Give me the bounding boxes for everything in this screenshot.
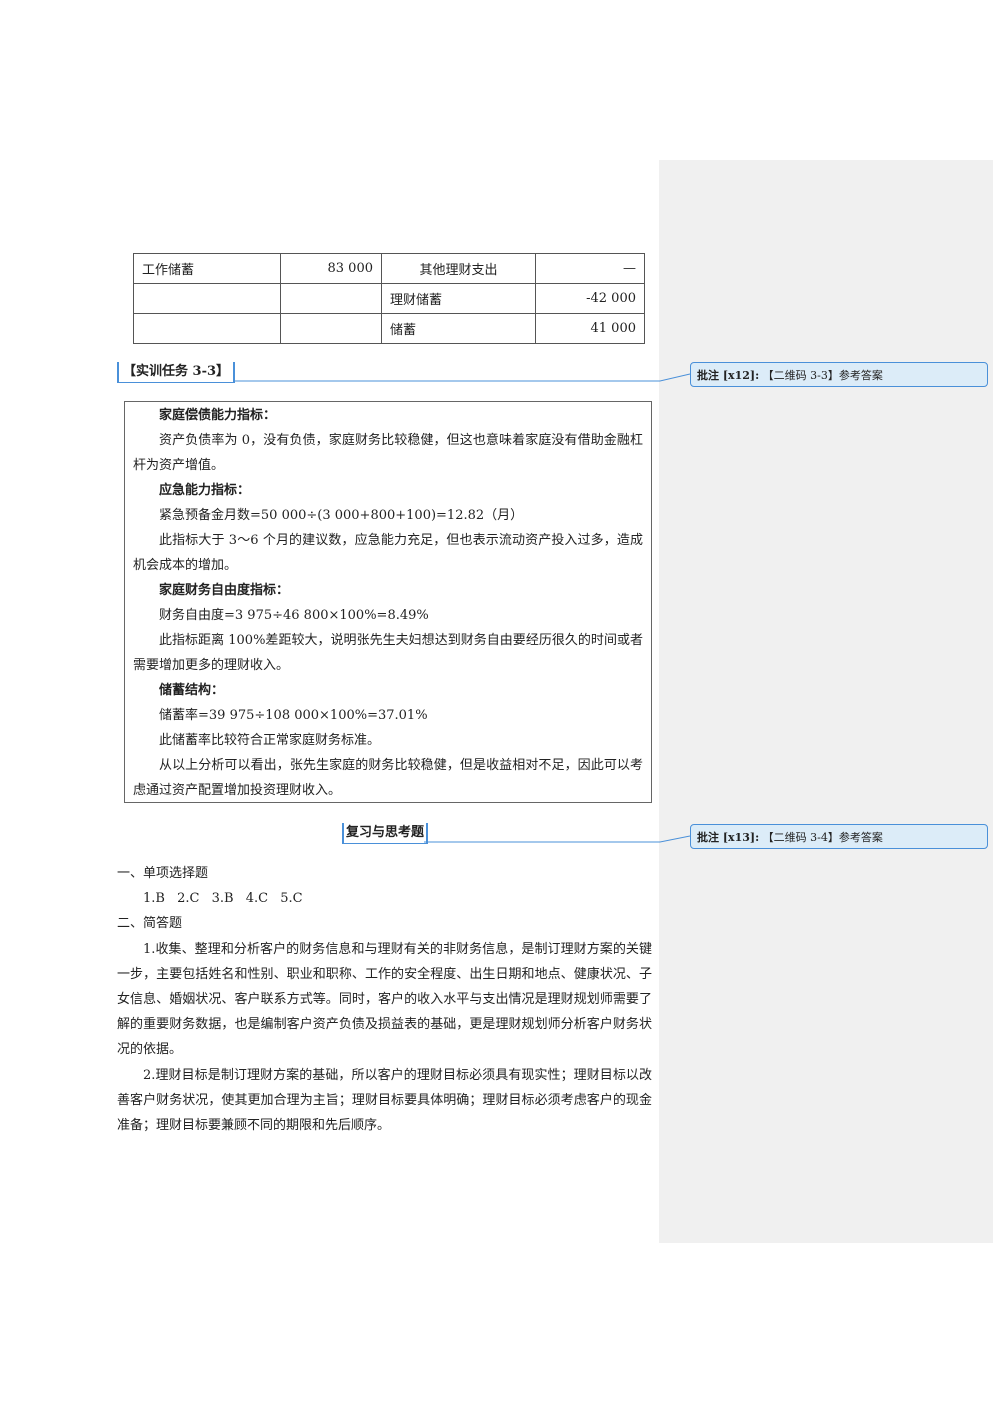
choice-answer: 5.C [280,891,303,907]
choice-answer: 4.C [245,891,269,907]
table-cell: 其他理财支出 [381,253,536,284]
answer-subheading: 家庭偿债能力指标： [159,408,277,423]
comment-text: 【二维码 3-4】参考答案 [762,831,883,844]
answer-subheading: 应急能力指标： [159,483,251,498]
table-cell: 理财储蓄 [381,283,536,314]
answer-paragraph: 从以上分析可以看出，张先生家庭的财务比较稳健，但是收益相对不足，因此可以考虑通过… [133,758,643,798]
table-cell: — [535,253,645,284]
answer-paragraph: 此指标大于 3～6 个月的建议数，应急能力充足，但也表示流动资产投入过多，造成机… [133,533,643,573]
comment-connector-1 [221,373,691,382]
choice-answer: 3.B [211,891,234,907]
answer-box: 家庭偿债能力指标： 资产负债率为 0，没有负债，家庭财务比较稳健，但这也意味着家… [124,401,652,803]
answer-paragraph: 储蓄率=39 975÷108 000×100%=37.01% [159,708,428,723]
choice-answer: 1.B [143,891,165,907]
short-answer: 2.理财目标是制订理财方案的基础，所以客户的理财目标必须具有现实性；理财目标以改… [117,1067,652,1134]
answer-paragraph: 此指标距离 100%差距较大，说明张先生夫妇想达到财务自由要经历很久的时间或者需… [133,633,643,673]
answer-subheading: 家庭财务自由度指标： [159,583,290,598]
table-cell: 工作储蓄 [133,253,281,284]
table-cell [133,313,281,344]
comment-balloon[interactable]: 批注 [x12]: 【二维码 3-3】参考答案 [690,362,988,387]
table-cell: 41 000 [535,313,645,344]
table-cell: 83 000 [280,253,382,284]
section-title: 一、单项选择题 [117,866,209,881]
table-cell [280,283,382,314]
table-row: 工作储蓄 83 000 其他理财支出 — [133,253,645,284]
finance-table: 工作储蓄 83 000 其他理财支出 — 理财储蓄 -42 000 储蓄 41 … [133,253,645,344]
table-cell: -42 000 [535,283,645,314]
answer-paragraph: 财务自由度=3 975÷46 800×100%=8.49% [159,608,429,623]
review-content: 一、单项选择题 1.B 2.C 3.B 4.C 5.C 二、简答题 1.收集、整… [117,861,652,1138]
comment-balloon[interactable]: 批注 [x13]: 【二维码 3-4】参考答案 [690,824,988,849]
choice-answers: 1.B 2.C 3.B 4.C 5.C [117,886,652,911]
answer-paragraph: 此储蓄率比较符合正常家庭财务标准。 [159,733,381,748]
table-cell [280,313,382,344]
comment-text: 【二维码 3-3】参考答案 [762,369,883,382]
comment-connector-2 [424,835,691,843]
task-heading: 【实训任务 3-3】 [117,362,236,383]
answer-paragraph: 紧急预备金月数=50 000÷(3 000+800+100)=12.82（月） [159,508,524,523]
answer-paragraph: 资产负债率为 0，没有负债，家庭财务比较稳健，但这也意味着家庭没有借助金融杠杆为… [133,433,643,473]
table-cell: 储蓄 [381,313,536,344]
section-title: 二、简答题 [117,916,183,932]
table-cell [133,283,281,314]
review-heading: 复习与思考题 [342,823,429,844]
comment-label: 批注 [x12]: [697,369,760,382]
comment-label: 批注 [x13]: [697,831,760,844]
short-answer: 1.收集、整理和分析客户的财务信息和与理财有关的非财务信息，是制订理财方案的关键… [117,941,652,1058]
table-row: 理财储蓄 -42 000 [133,283,645,314]
choice-answer: 2.C [177,891,200,907]
table-row: 储蓄 41 000 [133,313,645,344]
answer-subheading: 储蓄结构： [159,683,225,698]
